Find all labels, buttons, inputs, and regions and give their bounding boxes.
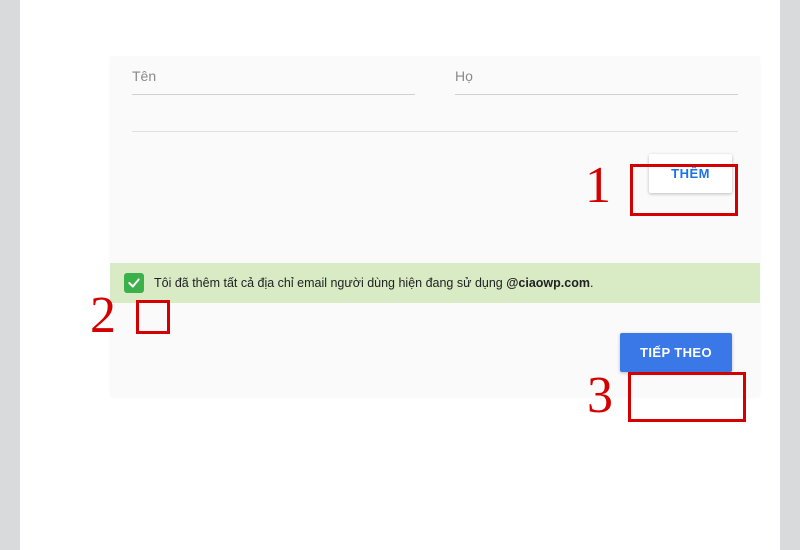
check-icon	[127, 276, 141, 290]
last-name-label: Họ	[455, 68, 473, 84]
confirm-checkbox[interactable]	[124, 273, 144, 293]
form-card: Tên Họ THÊM Tôi đã thêm tất cả địa chỉ e…	[110, 56, 760, 396]
last-name-field[interactable]: Họ	[455, 68, 738, 95]
confirm-bar: Tôi đã thêm tất cả địa chỉ email người d…	[110, 263, 760, 303]
confirm-text: Tôi đã thêm tất cả địa chỉ email người d…	[154, 276, 593, 290]
add-button-row: THÊM	[110, 132, 760, 223]
add-button-label: THÊM	[671, 166, 710, 181]
page-container: Tên Họ THÊM Tôi đã thêm tất cả địa chỉ e…	[20, 0, 780, 550]
first-name-label: Tên	[132, 68, 156, 84]
first-name-field[interactable]: Tên	[132, 68, 415, 95]
confirm-text-after: .	[590, 276, 593, 290]
confirm-text-before: Tôi đã thêm tất cả địa chỉ email người d…	[154, 276, 506, 290]
next-button[interactable]: TIẾP THEO	[620, 333, 732, 372]
name-fields-row: Tên Họ	[110, 56, 760, 95]
confirm-domain: @ciaowp.com	[506, 276, 590, 290]
next-button-row: TIẾP THEO	[110, 303, 760, 396]
next-button-label: TIẾP THEO	[640, 345, 712, 360]
add-button[interactable]: THÊM	[649, 154, 732, 193]
